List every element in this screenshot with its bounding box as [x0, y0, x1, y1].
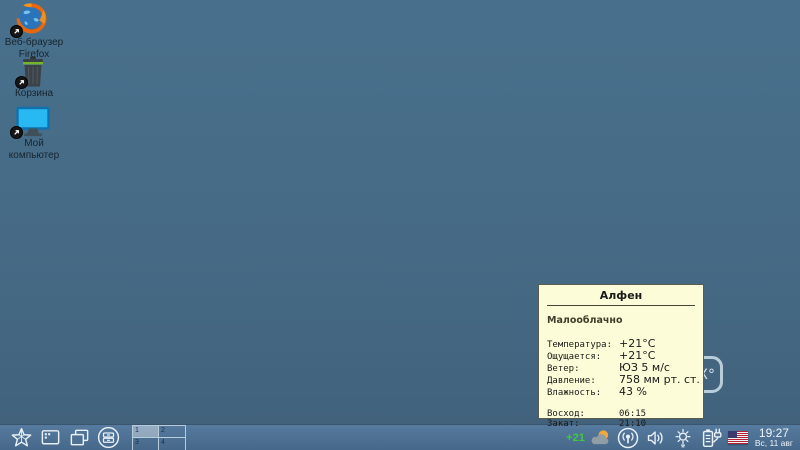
- shortcut-arrow-badge: [10, 126, 23, 139]
- battery-tray-button[interactable]: [699, 426, 723, 450]
- brightness-tray-button[interactable]: [672, 427, 694, 449]
- weather-row-label: Ветер:: [547, 364, 619, 374]
- stacked-windows-icon: [68, 426, 91, 449]
- shortcut-arrow-badge: [15, 76, 28, 89]
- weather-row-value: 21:10: [619, 419, 646, 429]
- show-desktop-button[interactable]: [38, 426, 63, 450]
- weather-row-label: Температура:: [547, 340, 619, 350]
- desktop-icon-firefox[interactable]: Веб-браузер Firefox: [1, 1, 67, 61]
- clock[interactable]: 19:27 Вс, 11 авг: [753, 427, 793, 448]
- desktop-icon-computer[interactable]: Мой компьютер: [1, 106, 67, 162]
- volume-icon: [645, 427, 667, 449]
- weather-row-label: Ощущается:: [547, 352, 619, 362]
- desktop-icon-label: Корзина: [1, 88, 67, 100]
- tray-temperature[interactable]: +21: [566, 432, 585, 444]
- weather-row-label: Влажность:: [547, 388, 619, 398]
- weather-tray-button[interactable]: [590, 428, 611, 447]
- weather-row-sunset: Закат: 21:10: [547, 419, 695, 429]
- flag-canton: [728, 431, 737, 438]
- volume-tray-button[interactable]: [645, 427, 667, 449]
- desktop-icon-label: Мой: [1, 138, 67, 150]
- weather-row-feels-like: Ощущается: +21°C: [547, 349, 695, 361]
- workspace-pager: 1 2 3 4: [132, 425, 186, 450]
- workspace-1[interactable]: 1: [133, 426, 159, 438]
- weather-tooltip: Алфен Малооблачно Температура: +21°C Ощу…: [538, 284, 704, 419]
- weather-row-humidity: Влажность: 43 %: [547, 385, 695, 397]
- workspace-4[interactable]: 4: [159, 438, 185, 450]
- weather-row-value: 43 %: [619, 385, 647, 398]
- drawer-icon: [96, 425, 121, 450]
- weather-row-label: Давление:: [547, 376, 619, 386]
- weather-condition: Малооблачно: [547, 315, 695, 326]
- weather-row-pressure: Давление: 758 мм рт. ст.: [547, 373, 695, 385]
- weather-row-sunrise: Восход: 06:15: [547, 409, 695, 419]
- clock-date: Вс, 11 авг: [755, 439, 793, 448]
- weather-row-temperature: Температура: +21°C: [547, 337, 695, 349]
- network-tray-button[interactable]: [616, 426, 640, 450]
- weather-row-label: Восход:: [547, 409, 619, 419]
- desktop-icon-label: компьютер: [1, 150, 67, 162]
- battery-charging-icon: [699, 426, 723, 450]
- brightness-bulb-icon: [672, 427, 694, 449]
- app-menu-button[interactable]: [9, 426, 34, 450]
- drawer-button[interactable]: [96, 426, 121, 450]
- shortcut-arrow-badge: [10, 25, 23, 38]
- weather-row-wind: Ветер: ЮЗ 5 м/с: [547, 361, 695, 373]
- star-icon: [10, 426, 33, 449]
- workspace-3[interactable]: 3: [133, 438, 159, 450]
- weather-row-value: 06:15: [619, 409, 646, 419]
- weather-row-label: Закат:: [547, 419, 619, 429]
- desktop: Веб-браузер Firefox Корзина: [0, 0, 800, 450]
- desktop-icon-label: Веб-браузер: [1, 37, 67, 49]
- network-hotspot-icon: [616, 426, 640, 450]
- desktop-icon-trash[interactable]: Корзина: [1, 56, 67, 100]
- window-grid-icon: [39, 426, 62, 449]
- workspace-2[interactable]: 2: [159, 426, 185, 438]
- sun-cloud-weather-icon: [590, 428, 611, 447]
- keyboard-layout-us-flag[interactable]: [728, 431, 748, 444]
- window-list-button[interactable]: [67, 426, 92, 450]
- weather-tooltip-title: Алфен: [547, 289, 695, 306]
